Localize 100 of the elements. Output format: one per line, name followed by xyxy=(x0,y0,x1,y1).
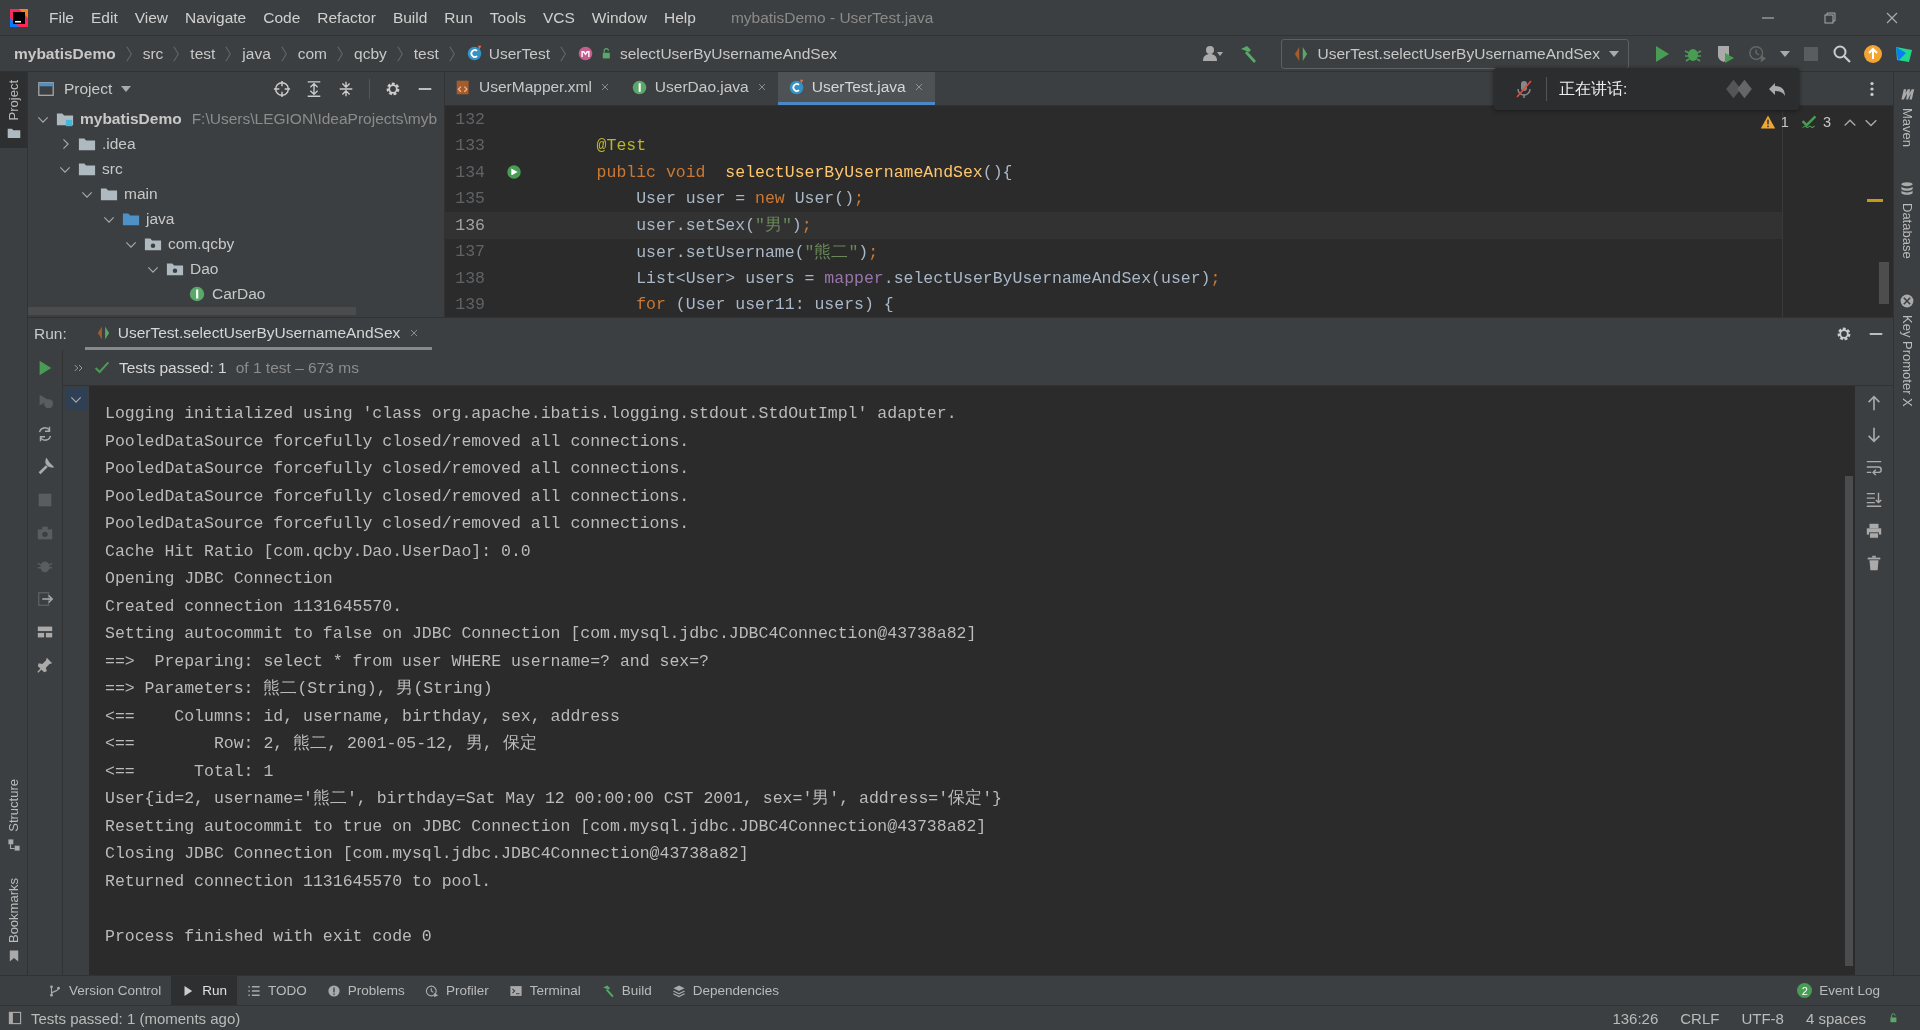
class-icon xyxy=(465,45,483,62)
menu-item[interactable]: Run xyxy=(436,8,482,27)
tool-window-button[interactable]: Run xyxy=(171,976,238,1005)
breadcrumb[interactable]: src xyxy=(142,44,164,63)
locate-icon[interactable] xyxy=(273,80,291,98)
scrollbar-thumb[interactable] xyxy=(1879,262,1889,304)
code-line: @Test xyxy=(595,136,647,156)
warning-count[interactable]: 1 xyxy=(1780,114,1789,130)
up-arrow-icon[interactable] xyxy=(1865,394,1883,412)
menu-item[interactable]: Help xyxy=(656,8,705,27)
pin-icon[interactable] xyxy=(36,656,54,674)
editor-tab[interactable]: UserTest.java xyxy=(777,72,935,105)
console-line: Returned connection 1131645570 to pool. xyxy=(105,870,493,893)
tree-item[interactable]: mybatisDemo F:\Users\LEGION\IdeaProjects\myb xyxy=(28,106,444,131)
status-item[interactable]: 136:26 xyxy=(1612,1009,1659,1027)
menu-item[interactable]: Code xyxy=(255,8,310,27)
tool-window-button[interactable]: Problems xyxy=(316,976,415,1005)
breadcrumb[interactable]: test xyxy=(190,44,216,63)
check-icon[interactable] xyxy=(1799,114,1818,130)
breadcrumb[interactable]: selectUserByUsernameAndSex xyxy=(576,44,838,63)
tool-window-button[interactable]: Terminal xyxy=(498,976,591,1005)
status-item[interactable]: UTF-8 xyxy=(1741,1009,1784,1027)
settings-icon[interactable] xyxy=(384,80,402,98)
status-message: Tests passed: 1 (moments ago) xyxy=(31,1009,241,1027)
scrollbar-thumb[interactable] xyxy=(1845,476,1853,966)
scroll-to-end-icon[interactable] xyxy=(1865,490,1883,508)
tree-item[interactable]: CarDao xyxy=(28,281,444,306)
tool-window-tab[interactable]: Project xyxy=(0,72,27,149)
test-status: Tests passed: 1 xyxy=(119,358,227,377)
count-badge: 2 xyxy=(1797,983,1813,998)
check-icon xyxy=(94,359,110,376)
status-item[interactable]: 4 spaces xyxy=(1805,1009,1866,1027)
interface-icon xyxy=(630,78,648,96)
scrollbar[interactable] xyxy=(28,307,356,315)
caret-icon[interactable] xyxy=(1780,50,1790,57)
xml-file-icon xyxy=(455,78,472,96)
app-logo-icon[interactable] xyxy=(9,7,29,28)
print-icon[interactable] xyxy=(1865,522,1883,540)
panel-title-dropdown[interactable]: Project xyxy=(37,80,132,98)
console-line: ==> Parameters: 熊二(String), 男(String) xyxy=(105,678,494,700)
event-log-button[interactable]: 2 Event Log xyxy=(1787,976,1890,1005)
window-icon[interactable] xyxy=(8,1011,22,1025)
line-number: 138 xyxy=(454,268,485,288)
update-icon[interactable] xyxy=(1863,43,1883,64)
expand-all-icon[interactable] xyxy=(305,80,323,98)
breadcrumb[interactable]: com xyxy=(297,44,328,63)
run-test-icon[interactable] xyxy=(505,163,523,182)
trash-icon[interactable] xyxy=(1865,554,1883,572)
tool-window-button[interactable]: Build xyxy=(590,976,662,1005)
menu-item[interactable]: View xyxy=(126,8,178,27)
menu-item[interactable]: Edit xyxy=(83,8,127,27)
warning-marker[interactable] xyxy=(1867,199,1883,202)
tool-window-tab[interactable]: Structure xyxy=(0,771,27,860)
warning-icon[interactable] xyxy=(1759,114,1776,130)
menu-item[interactable]: Tools xyxy=(481,8,535,27)
run-tab[interactable]: UserTest.selectUserByUsernameAndSex xyxy=(84,318,433,350)
search-icon[interactable] xyxy=(1832,43,1852,64)
muted-microphone-icon[interactable] xyxy=(1514,79,1534,99)
maven-icon xyxy=(1899,86,1915,102)
tool-window-tab[interactable]: Maven xyxy=(1894,78,1920,156)
export-icon[interactable] xyxy=(36,590,54,608)
editor-tab[interactable]: UserDao.java xyxy=(620,72,778,105)
menu-item[interactable]: Navigate xyxy=(177,8,256,27)
editor-tab[interactable]: UserMapper.xml xyxy=(445,72,621,105)
soft-wrap-icon[interactable] xyxy=(1865,458,1883,476)
tool-window-tab[interactable]: Key Promoter X xyxy=(1894,284,1920,415)
menu-item[interactable]: Refactor xyxy=(309,8,385,27)
tree-item[interactable]: Dao xyxy=(28,256,444,281)
breadcrumb[interactable]: java xyxy=(242,44,271,63)
breadcrumb[interactable]: mybatisDemo xyxy=(14,44,116,63)
tree-item[interactable]: com.qcby xyxy=(28,231,444,256)
menu-item[interactable]: VCS xyxy=(534,8,584,27)
tool-window-tab[interactable]: Database xyxy=(1894,173,1920,267)
tool-window-button[interactable]: Profiler xyxy=(414,976,499,1005)
passed-count[interactable]: 3 xyxy=(1822,114,1831,130)
collapse-all-icon[interactable] xyxy=(337,80,355,98)
breadcrumb[interactable]: test xyxy=(413,44,439,63)
status-item[interactable]: CRLF xyxy=(1680,1009,1720,1027)
tool-window-button[interactable]: Version Control xyxy=(38,976,172,1005)
window-title: mybatisDemo - UserTest.java xyxy=(730,8,934,26)
tree-item[interactable]: src xyxy=(28,156,444,181)
panel-label: Run: xyxy=(34,325,67,343)
tool-window-tab[interactable]: Bookmarks xyxy=(0,869,27,971)
settings-icon[interactable] xyxy=(1835,325,1853,343)
project-path: F:\Users\LEGION\IdeaProjects\myb xyxy=(191,109,438,128)
breadcrumb[interactable]: qcby xyxy=(354,44,387,63)
tool-window-button[interactable]: Dependencies xyxy=(661,976,789,1005)
breadcrumb[interactable]: UserTest xyxy=(465,44,550,63)
collapse-button[interactable] xyxy=(65,388,87,410)
tree-item[interactable]: java xyxy=(28,206,444,231)
tool-window-button[interactable]: TODO xyxy=(237,976,317,1005)
test-detail: of 1 test – 673 ms xyxy=(235,358,359,377)
wrench-icon[interactable] xyxy=(36,458,54,476)
menu-item[interactable]: Window xyxy=(583,8,656,27)
tree-item[interactable]: main xyxy=(28,181,444,206)
down-arrow-icon[interactable] xyxy=(1865,426,1883,444)
menu-item[interactable]: File xyxy=(41,8,83,27)
tree-item[interactable]: .idea xyxy=(28,131,444,156)
menu-item[interactable]: Build xyxy=(384,8,437,27)
toggle-icon[interactable] xyxy=(36,425,54,443)
